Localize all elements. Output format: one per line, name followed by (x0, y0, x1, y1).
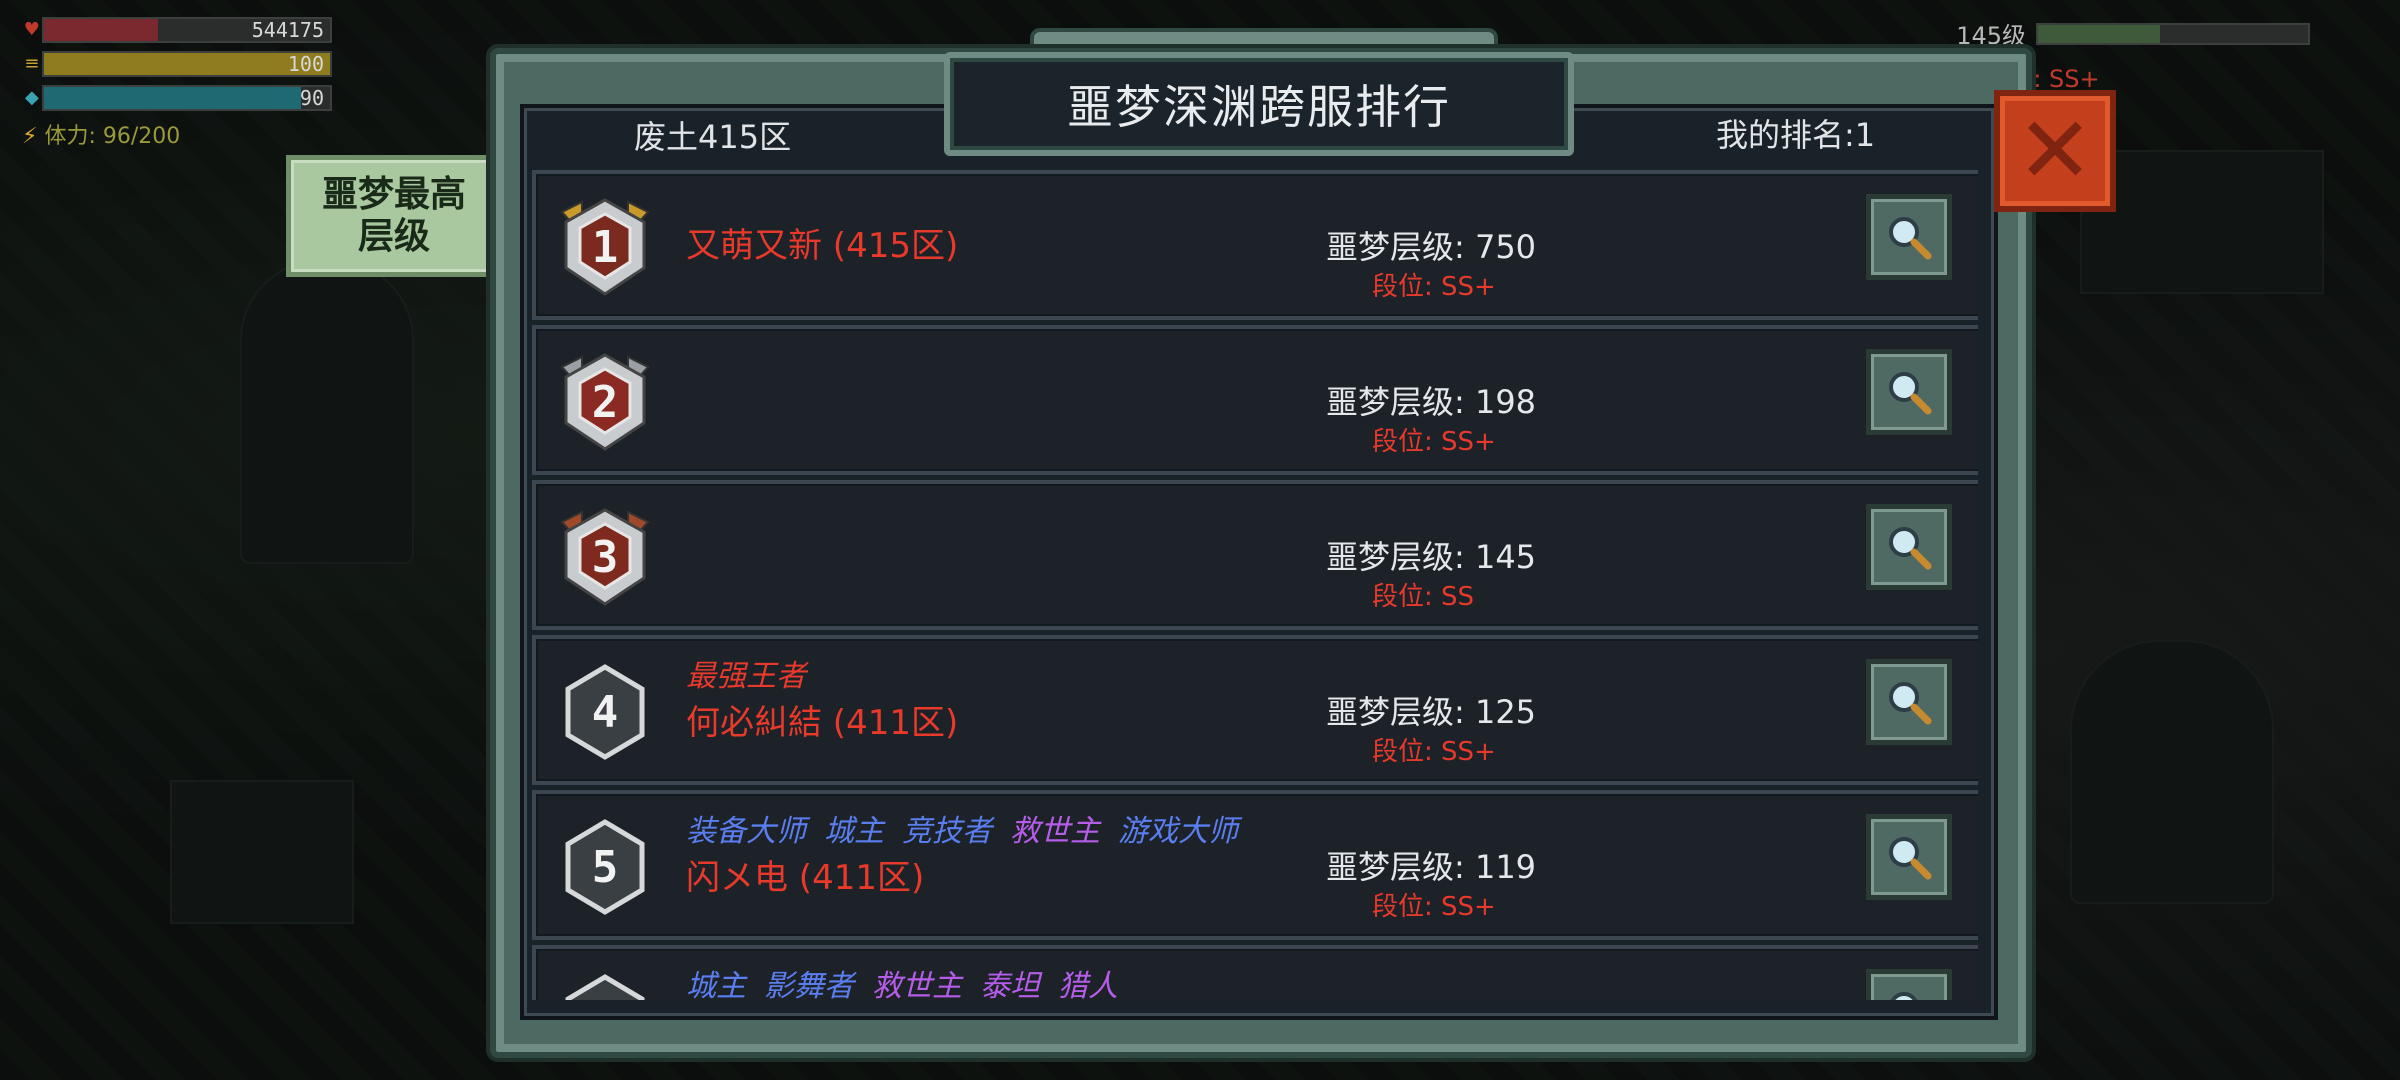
tab-label-line1: 噩梦最高 (321, 174, 466, 215)
player-title-tag: 救世主 (1010, 814, 1100, 849)
food-icon: ≡ (24, 53, 40, 74)
magnifier-icon (1889, 682, 1932, 725)
ranking-row: 5 装备大师 城主 竞技者 救世主 游戏大师闪メ电 (411区) 噩梦层级: 119 段位: … (532, 790, 1978, 940)
rank-number: 4 (591, 686, 619, 738)
magnifier-icon (1890, 992, 1918, 1000)
lightning-icon: ⚡ (22, 124, 38, 149)
tier-value: 段位: SS+ (1372, 892, 1496, 922)
player-title-tag: 城主 (824, 814, 884, 849)
ranking-row: 4 最强王者何必糾結 (411区) 噩梦层级: 125 段位: SS+ (532, 635, 1978, 785)
player-name: 又萌又新 (415区) (686, 226, 959, 266)
rank-number: 3 (591, 531, 619, 583)
rank-medal-icon: 1 (552, 194, 658, 300)
server-zone-label: 废土415区 (634, 118, 792, 156)
player-title-tag: 城主 (686, 969, 746, 1000)
tab-label-line2: 层级 (357, 216, 430, 257)
player-titles: 城主 影舞者 救世主 泰坦 猎人 (686, 961, 1136, 1000)
rank-medal-icon: 2 (552, 349, 658, 455)
player-name: 闪メ电 (411区) (686, 858, 925, 898)
hunger-bar: ≡ 100 (22, 50, 332, 78)
player-title-tag: 救世主 (872, 969, 962, 1000)
player-title-tag: 竞技者 (902, 814, 992, 849)
tier-value: 段位: SS+ (1372, 737, 1496, 767)
tier-value: 段位: SS+ (1372, 427, 1496, 457)
nightmare-layer-value: 噩梦层级: 750 (1326, 228, 1537, 266)
view-player-button[interactable] (1866, 194, 1952, 280)
tier-value: 段位: SS+ (1372, 272, 1496, 302)
water-drop-icon: ◆ (24, 87, 39, 108)
magnifier-icon (1889, 217, 1932, 260)
view-player-button[interactable] (1866, 504, 1952, 590)
magnifier-icon (1889, 837, 1932, 880)
rank-number-badge: 6 (552, 969, 658, 1000)
magnifier-icon (1889, 527, 1932, 570)
hp-bar: ♥ 544175 (22, 16, 332, 44)
ranking-row: 3 噩梦层级: 145 段位: SS (532, 480, 1978, 630)
heart-icon: ♥ (23, 19, 40, 40)
rank-number: 6 (552, 969, 658, 1001)
rank-number: 5 (591, 841, 619, 893)
exp-bar (2036, 22, 2310, 45)
stamina-text: 体力: 96/200 (44, 124, 181, 149)
nightmare-layer-value: 噩梦层级: 119 (1326, 848, 1537, 886)
player-title-tag: 猎人 (1058, 969, 1118, 1000)
nightmare-layer-value: 噩梦层级: 125 (1326, 693, 1537, 731)
panel-title: 噩梦深渊跨服排行 (944, 52, 1574, 156)
rank-number-badge: 5 (552, 814, 658, 920)
water-value: 90 (299, 86, 324, 110)
ranking-row: 6 城主影舞者救世主泰坦猎人 (532, 945, 1978, 1000)
view-player-button[interactable] (1866, 659, 1952, 745)
nightmare-layer-value: 噩梦层级: 198 (1326, 383, 1537, 421)
view-player-button[interactable] (1866, 969, 1952, 1000)
ranking-row: 1 又萌又新 (415区) 噩梦层级: 750 段位: SS+ (532, 170, 1978, 320)
player-title-tag: 游戏大师 (1118, 814, 1238, 849)
rank-medal-icon: 3 (552, 504, 658, 610)
player-name: 何必糾結 (411区) (686, 703, 959, 743)
rank-number-badge: 4 (552, 659, 658, 765)
ranking-row: 2 噩梦层级: 198 段位: SS+ (532, 325, 1978, 475)
player-title-tag: 泰坦 (980, 969, 1040, 1000)
player-titles: 最强王者 (686, 651, 824, 695)
rank-number: 1 (591, 221, 619, 273)
hp-value: 544175 (251, 18, 324, 42)
level-text: 145级 (1956, 22, 2026, 50)
rank-number: 2 (591, 376, 619, 428)
nightmare-layer-value: 噩梦层级: 145 (1326, 538, 1537, 576)
water-bar: ◆ 90 (22, 84, 332, 112)
player-title-tag: 装备大师 (686, 814, 806, 849)
close-button[interactable]: ✕ (1994, 90, 2116, 212)
tab-nightmare-max-level[interactable]: 噩梦最高 层级 (286, 155, 502, 277)
player-title-tag: 影舞者 (764, 969, 854, 1000)
my-rank-label: 我的排名:1 (1716, 116, 1876, 154)
view-player-button[interactable] (1866, 349, 1952, 435)
close-icon: ✕ (2016, 97, 2094, 204)
tier-value: 段位: SS (1372, 582, 1475, 612)
player-title-tag: 最强王者 (686, 659, 806, 694)
hunger-value: 100 (287, 52, 324, 76)
ranking-list[interactable]: 1 又萌又新 (415区) 噩梦层级: 750 段位: SS+ 2 噩梦层级: 198 段… (532, 170, 1978, 1000)
stamina-readout: ⚡ 体力: 96/200 (22, 118, 332, 150)
player-titles: 装备大师 城主 竞技者 救世主 游戏大师 (686, 806, 1256, 850)
view-player-button[interactable] (1866, 814, 1952, 900)
magnifier-icon (1889, 372, 1932, 415)
player-hud: ♥ 544175 ≡ 100 ◆ 90 ⚡ 体力: 96/200 (22, 16, 332, 150)
